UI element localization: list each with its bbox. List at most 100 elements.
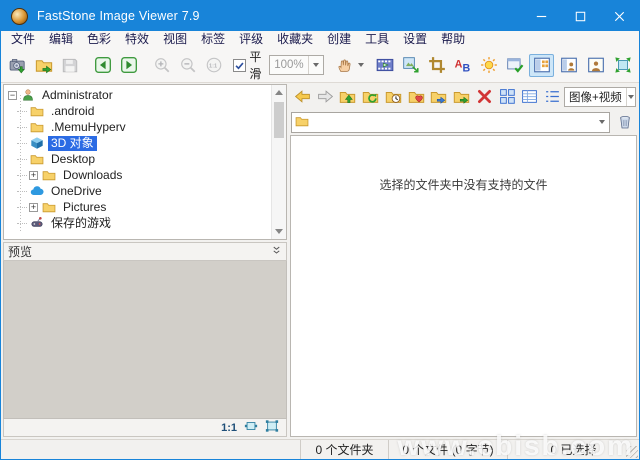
previous-image-button[interactable] xyxy=(90,54,115,77)
file-list-area[interactable]: 选择的文件夹中没有支持的文件 xyxy=(290,135,637,437)
tree-item-label[interactable]: 3D 对象 xyxy=(48,136,97,151)
menu-item[interactable]: 标签 xyxy=(194,31,232,48)
pan-tool-button[interactable] xyxy=(332,54,357,77)
tree-item-label[interactable]: Pictures xyxy=(60,200,109,215)
menu-item[interactable]: 评级 xyxy=(232,31,270,48)
browser-panel: 图像+视频 选择的文件夹中没有支持的文件 xyxy=(290,84,637,437)
preview-title: 预览 xyxy=(8,243,32,260)
menu-item[interactable]: 编辑 xyxy=(42,31,80,48)
tree-item[interactable]: Desktop xyxy=(4,151,286,167)
maximize-button[interactable] xyxy=(561,1,600,31)
preview-fit-window-icon[interactable] xyxy=(265,419,279,436)
move-to-folder-button[interactable] xyxy=(450,86,473,108)
preview-actual-size-button[interactable]: 1:1 xyxy=(221,422,237,434)
collapse-preview-icon[interactable] xyxy=(271,245,282,259)
tree-item-label[interactable]: Desktop xyxy=(48,152,98,167)
tree-item-label[interactable]: Administrator xyxy=(39,88,116,103)
resize-grip[interactable] xyxy=(626,446,638,458)
up-folder-button[interactable] xyxy=(337,86,360,108)
tree-connector xyxy=(17,175,27,176)
filter-chevron-icon[interactable] xyxy=(626,88,635,106)
browser-view-button[interactable] xyxy=(529,54,554,77)
delete-button[interactable] xyxy=(473,86,496,108)
back-button[interactable] xyxy=(291,86,314,108)
favorites-button[interactable] xyxy=(405,86,428,108)
copy-to-folder-button[interactable] xyxy=(428,86,451,108)
image-view-button[interactable] xyxy=(583,54,608,77)
fullscreen-button[interactable] xyxy=(610,54,635,77)
tree-item[interactable]: 保存的游戏 xyxy=(4,215,286,231)
tree-item[interactable]: 3D 对象 xyxy=(4,135,286,151)
menu-item[interactable]: 特效 xyxy=(118,31,156,48)
tree-item-label[interactable]: .MemuHyperv xyxy=(48,120,129,135)
menu-item[interactable]: 收藏夹 xyxy=(270,31,320,48)
collapse-icon[interactable]: − xyxy=(8,91,17,100)
menu-item[interactable]: 帮助 xyxy=(434,31,472,48)
menu-item[interactable]: 工具 xyxy=(358,31,396,48)
detail-view-button[interactable] xyxy=(519,86,542,108)
recent-folders-button[interactable] xyxy=(382,86,405,108)
menu-item[interactable]: 创建 xyxy=(320,31,358,48)
resize-button[interactable] xyxy=(399,54,424,77)
scroll-up-icon[interactable] xyxy=(272,85,286,100)
zoom-in-button[interactable] xyxy=(149,54,174,77)
pan-tool-chevron-icon[interactable] xyxy=(358,63,365,67)
expand-icon[interactable]: + xyxy=(29,203,38,212)
tree-item[interactable]: .android xyxy=(4,103,286,119)
zoom-out-button[interactable] xyxy=(175,54,200,77)
menu-item[interactable]: 色彩 xyxy=(80,31,118,48)
menu-item[interactable]: 视图 xyxy=(156,31,194,48)
scrollbar-thumb[interactable] xyxy=(274,102,284,138)
content-area: − Administrator.android.MemuHyperv3D 对象De… xyxy=(1,83,639,439)
tree-item-label[interactable]: Downloads xyxy=(60,168,125,183)
tree-item[interactable]: OneDrive xyxy=(4,183,286,199)
tree-item[interactable]: − Administrator xyxy=(4,87,286,103)
next-image-button[interactable] xyxy=(116,54,141,77)
tree-item[interactable]: .MemuHyperv xyxy=(4,119,286,135)
status-selected-count: 0 已选择 xyxy=(507,440,639,459)
open-folder-button[interactable] xyxy=(31,54,56,77)
crop-button[interactable] xyxy=(425,54,450,77)
smooth-checkbox-label: 平滑 xyxy=(249,48,264,82)
zoom-select-chevron-icon[interactable] xyxy=(308,56,323,74)
tree-item[interactable]: + Downloads xyxy=(4,167,286,183)
tree-scrollbar[interactable] xyxy=(271,85,286,239)
batch-rename-button[interactable]: AB xyxy=(451,54,476,77)
windowed-view-button[interactable] xyxy=(556,54,581,77)
menu-bar: 文件编辑色彩特效视图标签评级收藏夹创建工具设置帮助 xyxy=(1,31,639,48)
tree-item-label[interactable]: OneDrive xyxy=(48,184,105,199)
tree-connector xyxy=(17,111,27,112)
menu-item[interactable]: 文件 xyxy=(4,31,42,48)
zoom-level-select[interactable]: 100% xyxy=(269,55,323,75)
app-window: FastStone Image Viewer 7.9 文件编辑色彩特效视图标签评… xyxy=(0,0,640,460)
smooth-checkbox[interactable]: 平滑 xyxy=(233,48,264,82)
empty-folder-message: 选择的文件夹中没有支持的文件 xyxy=(379,178,547,192)
thumbnail-view-button[interactable] xyxy=(496,86,519,108)
expand-icon[interactable]: + xyxy=(29,171,38,180)
tree-item-label[interactable]: 保存的游戏 xyxy=(48,216,114,231)
actual-size-button[interactable]: 1:1 xyxy=(201,54,226,77)
adjust-colors-button[interactable] xyxy=(477,54,502,77)
checkbox-check-icon[interactable] xyxy=(233,59,246,72)
address-chevron-icon[interactable] xyxy=(594,113,609,132)
close-button[interactable] xyxy=(600,1,639,31)
list-view-button[interactable] xyxy=(541,86,564,108)
refresh-folder-button[interactable] xyxy=(359,86,382,108)
status-file-count: 0 个文件 (0 字节) xyxy=(388,440,507,459)
address-combobox[interactable] xyxy=(291,112,610,133)
recycle-bin-button[interactable] xyxy=(614,111,636,133)
save-button[interactable] xyxy=(57,54,82,77)
preview-fit-width-icon[interactable] xyxy=(244,419,258,436)
settings-button[interactable] xyxy=(503,54,528,77)
main-toolbar: 1:1 平滑 100% AB xyxy=(1,48,639,83)
acquire-camera-button[interactable] xyxy=(5,54,30,77)
tree-item-label[interactable]: .android xyxy=(48,104,97,119)
slideshow-button[interactable] xyxy=(373,54,398,77)
menu-item[interactable]: 设置 xyxy=(396,31,434,48)
scroll-down-icon[interactable] xyxy=(272,224,286,239)
tree-item[interactable]: + Pictures xyxy=(4,199,286,215)
file-filter-select[interactable]: 图像+视频 xyxy=(564,87,636,107)
forward-button[interactable] xyxy=(314,86,337,108)
zoom-level-value: 100% xyxy=(270,59,307,71)
minimize-button[interactable] xyxy=(522,1,561,31)
